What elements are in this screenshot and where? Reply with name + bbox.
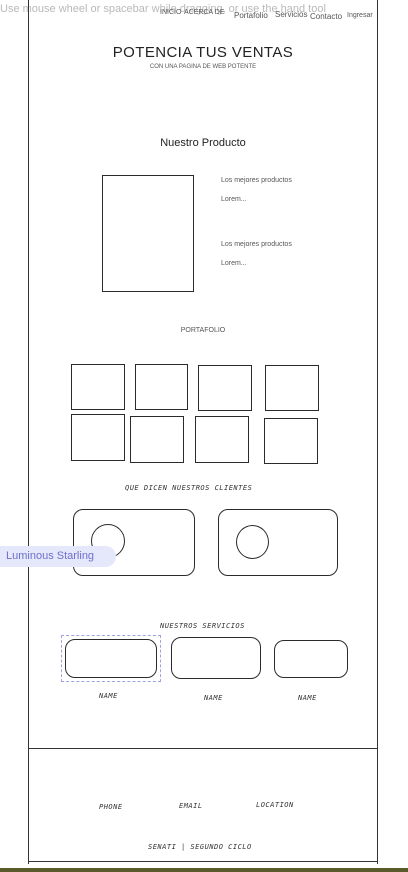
product-image-placeholder (102, 175, 194, 292)
portfolio-tile[interactable] (198, 365, 252, 411)
portfolio-tile[interactable] (265, 365, 319, 411)
portfolio-tile[interactable] (264, 418, 318, 464)
nav-link-portafolio[interactable]: Portafolio (234, 11, 268, 20)
nav-link-contacto[interactable]: Contacto (310, 12, 342, 21)
portfolio-tile[interactable] (130, 416, 184, 463)
service-card[interactable] (65, 639, 157, 678)
nav-link-inicio[interactable]: INICIO (160, 9, 181, 16)
bottom-border (0, 868, 408, 872)
portfolio-heading: PORTAFOLIO (180, 327, 226, 334)
product-heading: Nuestro Producto (160, 137, 246, 149)
product-block-1-body: Lorem... (221, 196, 247, 203)
service-card[interactable] (274, 640, 348, 678)
portfolio-tile[interactable] (135, 364, 188, 410)
services-heading: NUESTROS SERVICIOS (160, 622, 245, 630)
service-name: NAME (298, 694, 317, 702)
product-block-2-title: Los mejores productos (221, 241, 292, 248)
portfolio-tile[interactable] (71, 364, 125, 410)
service-name: NAME (204, 694, 223, 702)
nav-link-servicios[interactable]: Servicios (275, 10, 307, 19)
hero-title: POTENCIA TUS VENTAS (112, 44, 294, 61)
product-block-2-body: Lorem... (221, 260, 247, 267)
service-name: NAME (99, 692, 118, 700)
collaborator-cursor-label: Luminous Starling (0, 546, 116, 567)
footer-phone[interactable]: PHONE (99, 803, 123, 811)
service-card[interactable] (171, 637, 261, 679)
footer-email[interactable]: EMAIL (179, 802, 203, 810)
testimonial-card[interactable] (218, 509, 338, 576)
footer-credit: SENATI | SEGUNDO CICLO (148, 843, 252, 851)
portfolio-tile[interactable] (71, 414, 125, 461)
testimonials-heading: QUE DICEN NUESTROS CLIENTES (125, 484, 253, 492)
portfolio-tile[interactable] (195, 416, 249, 463)
nav-link-ingresar[interactable]: Ingresar (347, 12, 373, 19)
footer-location[interactable]: LOCATION (256, 801, 294, 809)
hero-subtitle: CON UNA PAGINA DE WEB POTENTE (149, 64, 257, 70)
client-avatar (236, 525, 269, 559)
product-block-1-title: Los mejores productos (221, 177, 292, 184)
nav-link-acerca[interactable]: ACERCA DE (184, 9, 224, 16)
